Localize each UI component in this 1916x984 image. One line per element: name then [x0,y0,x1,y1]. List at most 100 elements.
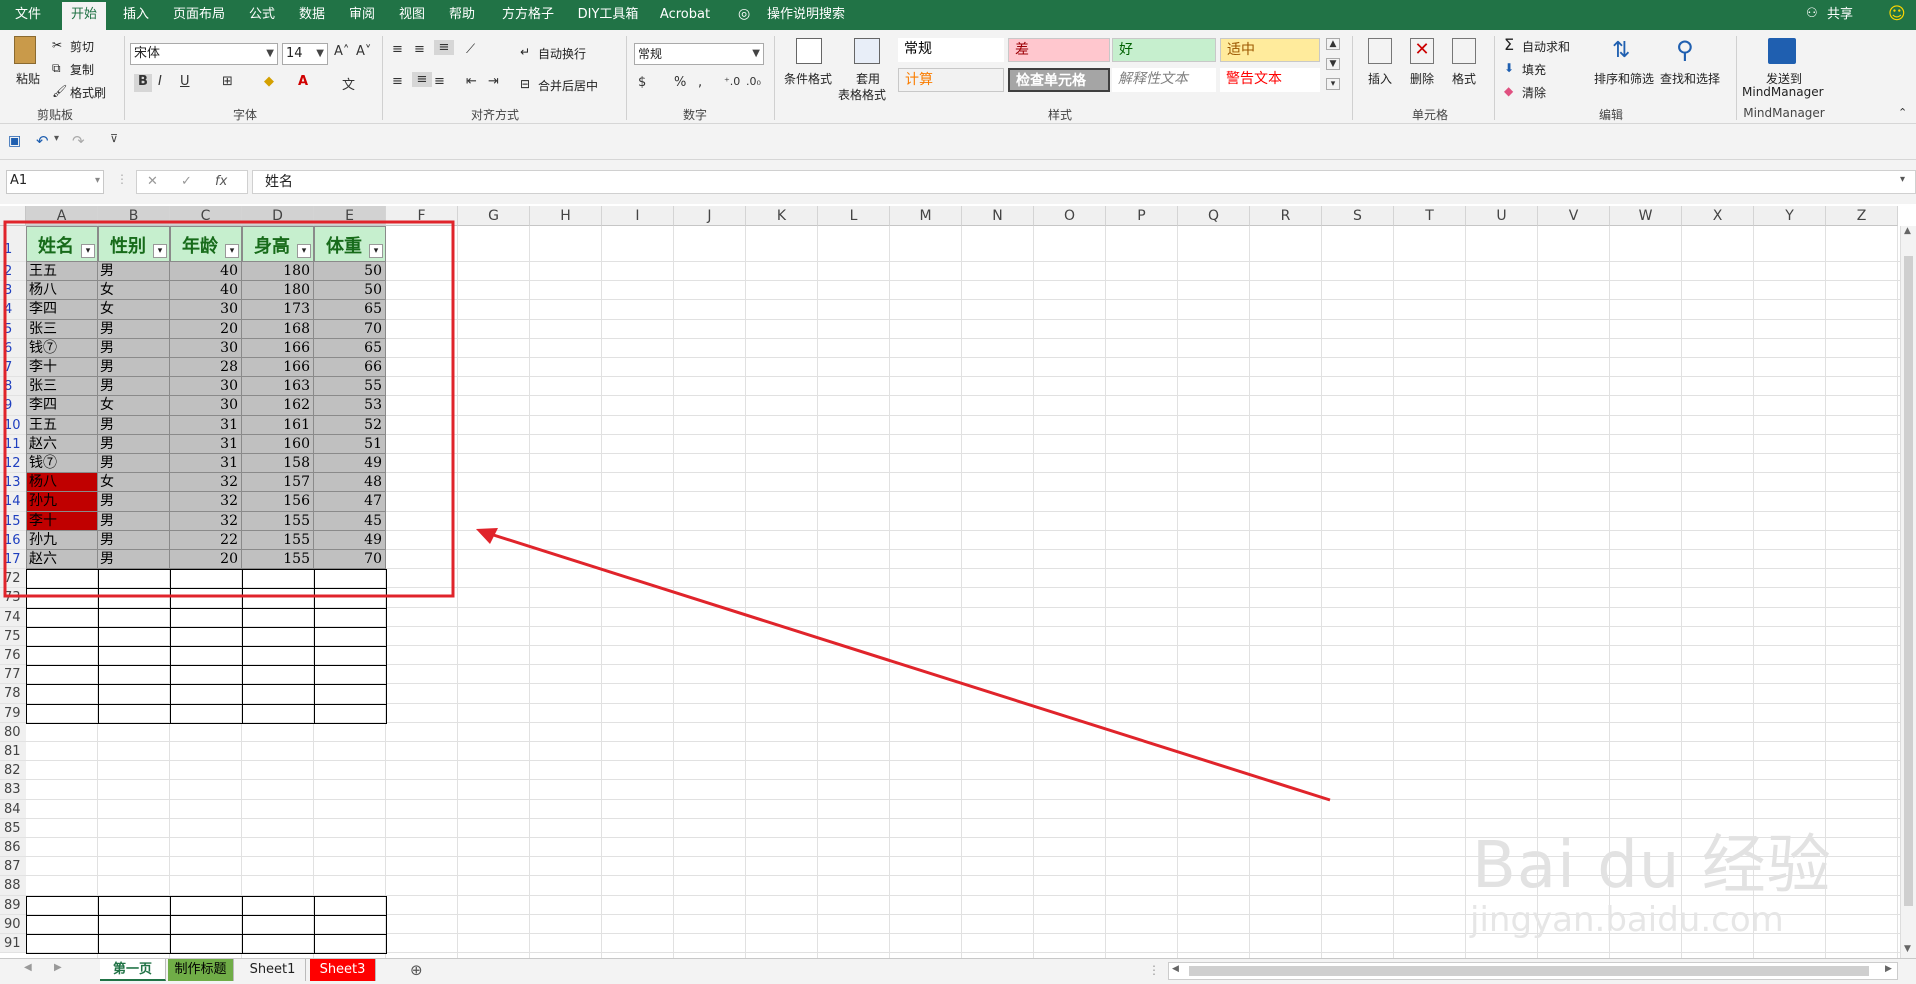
tab-splitter-icon[interactable]: ⋮ [1148,963,1160,977]
conditional-format-button[interactable]: 条件格式 [784,70,832,87]
bold-button[interactable]: B [134,74,152,92]
fill-color-icon[interactable]: ◆ [264,74,274,89]
expand-formula-icon[interactable]: ▾ [1900,174,1905,185]
copy-button[interactable]: 复制 [70,61,94,78]
format-painter-button[interactable]: 格式刷 [70,84,106,101]
delete-cells-icon[interactable]: ✕ [1410,38,1434,64]
merge-icon[interactable]: ⊟ [520,77,530,91]
share-button[interactable]: 共享 [1822,0,1858,30]
mindmanager-icon[interactable] [1768,38,1796,64]
gallery-more-icon[interactable]: ▾ [1326,78,1340,90]
redo-icon[interactable]: ↷ [72,132,85,150]
align-left-icon[interactable]: ≡ [392,74,403,89]
cut-icon[interactable]: ✂ [52,38,62,52]
tab-help[interactable]: 帮助 [444,0,480,30]
italic-button[interactable]: I [158,74,162,89]
increase-indent-icon[interactable]: ⇥ [488,74,499,89]
comma-icon[interactable]: , [698,75,702,90]
fill-icon[interactable]: ⬇ [1504,61,1514,75]
sheet-tab[interactable]: Sheet3 [310,959,376,981]
scroll-left-icon[interactable]: ◀ [1172,964,1179,974]
format-cells-icon[interactable] [1452,38,1476,64]
tab-fangfang[interactable]: 方方格子 [496,0,560,30]
vertical-scroll-thumb[interactable] [1904,256,1913,906]
tab-view[interactable]: 视图 [394,0,430,30]
next-sheet-icon[interactable]: ▶ [54,962,62,973]
insert-function-icon[interactable]: fx [215,174,227,189]
undo-dropdown-icon[interactable]: ▾ [54,133,59,144]
worksheet-grid[interactable]: ABCDEFGHIJKLMNOPQRSTUVWXYZ 1 2 3 4 5 6 7 8 9 10 11… [0,206,1916,958]
cut-button[interactable]: 剪切 [70,38,94,55]
copy-icon[interactable]: ⧉ [52,61,61,76]
tab-acrobat[interactable]: Acrobat [656,0,714,30]
cancel-icon[interactable]: ✕ [147,174,158,189]
find-select-button[interactable]: 查找和选择 [1660,70,1720,87]
cell-style-4[interactable]: 计算 [898,68,1004,92]
decrease-decimal-icon[interactable]: .0₀ [746,75,761,88]
orientation-icon[interactable]: ⟋ [466,42,475,57]
font-color-icon[interactable]: A [298,74,308,89]
table-format-button-2[interactable]: 表格格式 [838,86,886,103]
clear-button[interactable]: 清除 [1522,84,1546,101]
undo-icon[interactable]: ↶ [36,132,49,150]
autosum-button[interactable]: 自动求和 [1522,38,1570,55]
smiley-icon[interactable]: ☺ [1888,4,1906,24]
tab-formulas[interactable]: 公式 [244,0,280,30]
paste-icon[interactable] [14,36,36,64]
tell-me-search[interactable]: 操作说明搜索 [760,0,852,30]
wrap-text-icon[interactable]: ↵ [520,45,530,59]
tab-file[interactable]: 文件 [8,0,48,30]
sheet-tab[interactable]: Sheet1 [240,959,306,981]
scroll-down-icon[interactable]: ▼ [1904,944,1911,954]
table-format-icon[interactable] [854,38,880,64]
cell-style-7[interactable]: 警告文本 [1220,68,1320,92]
enter-icon[interactable]: ✓ [181,174,192,189]
number-format-combo[interactable]: 常规 ▼ [634,43,764,65]
cell-style-5[interactable]: 检查单元格 [1008,68,1110,92]
align-right-icon[interactable]: ≡ [434,74,445,89]
format-painter-icon[interactable]: 🖌 [52,84,67,98]
clear-icon[interactable]: ◆ [1504,84,1513,98]
sort-filter-button[interactable]: 排序和筛选 [1594,70,1654,87]
font-name-combo[interactable]: 宋体 ▼ [130,43,278,65]
increase-decimal-icon[interactable]: ⁺.0 [724,75,740,88]
formula-input[interactable]: 姓名 [252,170,1916,194]
cell-style-3[interactable]: 适中 [1220,38,1320,62]
cell-style-2[interactable]: 好 [1112,38,1216,62]
collapse-ribbon-icon[interactable]: ⌃ [1898,106,1907,119]
font-size-combo[interactable]: 14 ▼ [282,43,328,65]
paste-button[interactable]: 粘贴 [16,70,40,87]
currency-icon[interactable]: $ [638,75,646,90]
cell-style-0[interactable]: 常规 [898,38,1004,62]
align-middle-icon[interactable]: ≡ [414,42,425,57]
align-top-icon[interactable]: ≡ [392,42,403,57]
gallery-down-icon[interactable]: ▼ [1326,58,1340,70]
border-icon[interactable]: ⊞ [222,74,233,89]
tab-diy[interactable]: DIY工具箱 [574,0,642,30]
name-box[interactable]: A1 ▾ [6,170,104,194]
decrease-indent-icon[interactable]: ⇤ [466,74,477,89]
find-select-icon[interactable]: ⚲ [1676,36,1694,64]
vertical-scrollbar[interactable]: ▲ ▼ [1900,226,1916,958]
table-format-button-1[interactable]: 套用 [856,70,880,87]
format-cells-button[interactable]: 格式 [1452,70,1476,87]
align-center-icon[interactable]: ≡ [412,72,432,87]
decrease-font-icon[interactable]: A˅ [356,44,371,59]
sheet-tab[interactable]: 第一页 [100,959,166,981]
conditional-format-icon[interactable] [796,38,822,64]
wrap-text-button[interactable]: 自动换行 [538,45,586,62]
merge-center-button[interactable]: 合并后居中 [538,77,598,94]
scroll-up-icon[interactable]: ▲ [1904,226,1911,236]
sort-filter-icon[interactable]: ⇅ [1612,38,1630,63]
add-sheet-icon[interactable]: ⊕ [410,961,423,979]
delete-cells-button[interactable]: 删除 [1410,70,1434,87]
prev-sheet-icon[interactable]: ◀ [24,962,32,973]
scroll-right-icon[interactable]: ▶ [1885,964,1892,974]
fill-button[interactable]: 填充 [1522,61,1546,78]
tab-review[interactable]: 审阅 [344,0,380,30]
sheet-tab[interactable]: 制作标题 [168,959,234,981]
tab-page-layout[interactable]: 页面布局 [168,0,230,30]
gallery-up-icon[interactable]: ▲ [1326,38,1340,50]
align-bottom-icon[interactable]: ≡ [434,40,454,55]
cell-style-6[interactable]: 解释性文本 [1112,68,1216,92]
